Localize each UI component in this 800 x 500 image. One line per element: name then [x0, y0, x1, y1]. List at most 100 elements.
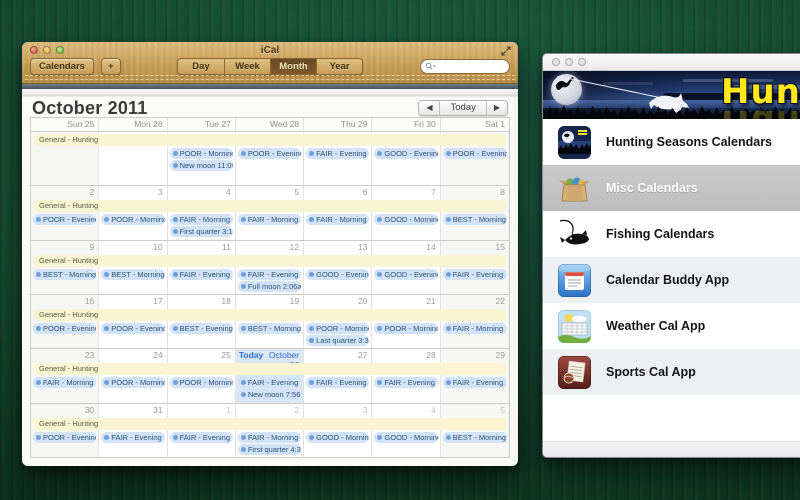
day-cell[interactable]: 31FAIR - Evening [99, 404, 167, 457]
day-cell[interactable]: 7GOOD - Morning [372, 186, 440, 239]
event-pill[interactable]: FAIR - Morning [238, 214, 301, 225]
event-pill[interactable]: Last quarter 3:30am [306, 335, 369, 346]
zoom-button[interactable] [578, 58, 586, 66]
list-item-misc-calendars[interactable]: Misc Calendars [543, 165, 800, 211]
event-pill[interactable]: FAIR - Evening [170, 269, 233, 280]
day-cell[interactable]: 10BEST - Morning [99, 241, 167, 294]
event-pill[interactable]: POOR - Morning [306, 323, 369, 334]
event-pill[interactable]: FAIR - Evening [306, 148, 369, 159]
event-pill[interactable]: GOOD - Morning [374, 432, 437, 443]
today-button[interactable]: Today [439, 101, 485, 115]
all-day-event[interactable]: General - Hunting [33, 309, 507, 321]
day-cell[interactable]: 15FAIR - Evening [441, 241, 509, 294]
all-day-event[interactable]: General - Hunting [33, 363, 507, 375]
event-pill[interactable]: First quarter 3:15am [170, 226, 233, 237]
day-cell[interactable]: 17POOR - Evening [99, 295, 167, 348]
day-cell[interactable]: 30POOR - Evening [31, 404, 99, 457]
day-cell[interactable]: 13GOOD - Evening [304, 241, 372, 294]
list-item-hunting-seasons-calendars[interactable]: Hunting Seasons Calendars [543, 119, 800, 165]
day-cell[interactable]: 29FAIR - Evening [441, 349, 509, 402]
event-pill[interactable]: GOOD - Morning [306, 432, 369, 443]
day-cell[interactable]: TodayOctober 26FAIR - EveningNew moon 7:… [236, 349, 304, 402]
day-cell[interactable]: 5FAIR - Morning [236, 186, 304, 239]
event-pill[interactable]: POOR - Evening [101, 323, 164, 334]
day-cell[interactable]: 4GOOD - Morning [372, 404, 440, 457]
day-cell[interactable]: 9BEST - Morning [31, 241, 99, 294]
event-pill[interactable]: FAIR - Evening [443, 377, 507, 388]
day-cell[interactable]: 3POOR - Morning [99, 186, 167, 239]
day-cell[interactable]: 16POOR - Evening [31, 295, 99, 348]
event-pill[interactable]: FAIR - Morning [238, 432, 301, 443]
event-pill[interactable]: POOR - Morning [374, 323, 437, 334]
day-cell[interactable]: 4FAIR - MorningFirst quarter 3:15am [168, 186, 236, 239]
event-pill[interactable]: FAIR - Morning [33, 377, 96, 388]
add-calendar-button[interactable]: + [101, 58, 121, 75]
day-cell[interactable]: 25POOR - Morning [168, 349, 236, 402]
previous-month-button[interactable]: ◀ [419, 101, 439, 115]
event-pill[interactable]: BEST - Morning [238, 323, 301, 334]
event-pill[interactable]: POOR - Evening [33, 214, 96, 225]
all-day-event[interactable]: General - Hunting [33, 200, 507, 212]
calendars-button[interactable]: Calendars [30, 58, 94, 75]
event-pill[interactable]: FAIR - Evening [101, 432, 164, 443]
event-pill[interactable]: POOR - Morning [101, 377, 164, 388]
fullscreen-icon[interactable] [501, 46, 511, 56]
all-day-event[interactable]: General - Hunting [33, 255, 507, 267]
event-pill[interactable]: FAIR - Morning [170, 214, 233, 225]
list-item-sports-cal-app[interactable]: Sports Cal App [543, 349, 800, 395]
event-pill[interactable]: POOR - Morning [101, 214, 164, 225]
view-tab-month[interactable]: Month [270, 59, 316, 74]
minimize-button[interactable] [565, 58, 573, 66]
event-pill[interactable]: GOOD - Evening [306, 269, 369, 280]
day-cell[interactable]: 23FAIR - Morning [31, 349, 99, 402]
all-day-event[interactable]: General - Hunting [33, 418, 507, 430]
day-cell[interactable]: 8BEST - Morning [441, 186, 509, 239]
event-pill[interactable]: GOOD - Morning [374, 214, 437, 225]
event-pill[interactable]: GOOD - Evening [374, 269, 437, 280]
event-pill[interactable]: FAIR - Evening [306, 377, 369, 388]
event-pill[interactable]: BEST - Evening [170, 323, 233, 334]
event-pill[interactable]: FAIR - Evening [238, 269, 301, 280]
event-pill[interactable]: FAIR - Evening [238, 377, 301, 388]
event-pill[interactable]: POOR - Evening [33, 323, 96, 334]
event-pill[interactable]: FAIR - Evening [170, 432, 233, 443]
search-field[interactable] [420, 59, 510, 74]
event-pill[interactable]: New moon 7:56pm [238, 389, 301, 400]
day-cell[interactable]: 3GOOD - Morning [304, 404, 372, 457]
event-pill[interactable]: POOR - Morning [170, 148, 233, 159]
day-cell[interactable]: 2POOR - Evening [31, 186, 99, 239]
event-pill[interactable]: New moon 11:09am [170, 160, 233, 171]
view-tab-week[interactable]: Week [224, 59, 270, 74]
event-pill[interactable]: GOOD - Evening [374, 148, 437, 159]
day-cell[interactable]: 20POOR - MorningLast quarter 3:30am [304, 295, 372, 348]
event-pill[interactable]: FAIR - Morning [443, 323, 507, 334]
day-cell[interactable]: 11FAIR - Evening [168, 241, 236, 294]
event-pill[interactable]: BEST - Morning [33, 269, 96, 280]
event-pill[interactable]: FAIR - Evening [443, 269, 507, 280]
day-cell[interactable]: 27FAIR - Evening [304, 349, 372, 402]
event-pill[interactable]: POOR - Evening [238, 148, 301, 159]
day-cell[interactable]: 6FAIR - Morning [304, 186, 372, 239]
event-pill[interactable]: POOR - Evening [443, 148, 507, 159]
event-pill[interactable]: BEST - Morning [443, 432, 507, 443]
event-pill[interactable]: FAIR - Evening [374, 377, 437, 388]
event-pill[interactable]: FAIR - Morning [306, 214, 369, 225]
next-month-button[interactable]: ▶ [486, 101, 507, 115]
day-cell[interactable]: 18BEST - Evening [168, 295, 236, 348]
event-pill[interactable]: POOR - Evening [33, 432, 96, 443]
list-item-calendar-buddy-app[interactable]: Calendar Buddy App [543, 257, 800, 303]
day-cell[interactable]: 24POOR - Morning [99, 349, 167, 402]
view-tab-year[interactable]: Year [316, 59, 362, 74]
day-cell[interactable]: 19BEST - Morning [236, 295, 304, 348]
view-tab-day[interactable]: Day [178, 59, 224, 74]
event-pill[interactable]: BEST - Morning [101, 269, 164, 280]
day-cell[interactable]: 22FAIR - Morning [441, 295, 509, 348]
day-cell[interactable]: 1FAIR - Evening [168, 404, 236, 457]
all-day-event[interactable]: General - Hunting [33, 134, 507, 146]
search-input[interactable] [436, 62, 494, 71]
list-item-fishing-calendars[interactable]: Fishing Calendars [543, 211, 800, 257]
event-pill[interactable]: Full moon 2:06am [238, 281, 301, 292]
event-pill[interactable]: First quarter 4:38pm [238, 444, 301, 455]
day-cell[interactable]: 5BEST - Morning [441, 404, 509, 457]
event-pill[interactable]: POOR - Morning [170, 377, 233, 388]
